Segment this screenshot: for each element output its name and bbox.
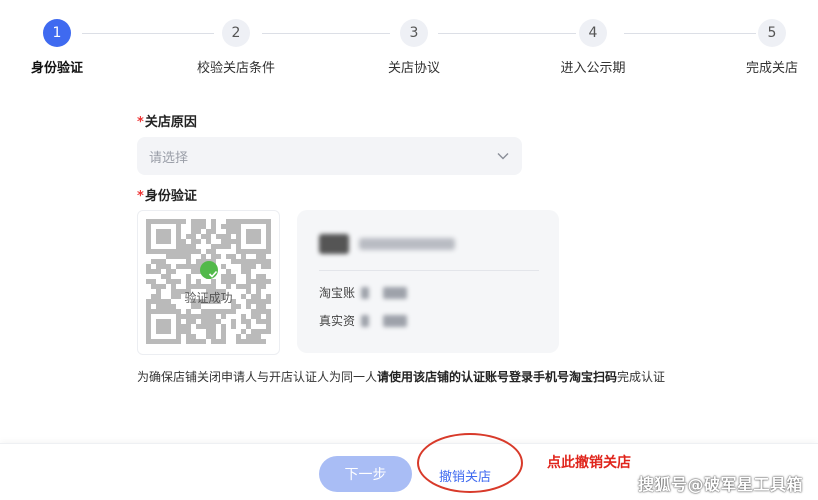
close-reason-label: *关店原因 <box>137 111 197 130</box>
real-info-row: 真实资 <box>319 312 408 329</box>
account-name-redacted <box>359 238 455 250</box>
step-3: 3 关店协议 <box>359 19 469 76</box>
real-info-value-redacted <box>361 314 370 327</box>
check-circle-icon <box>200 261 218 279</box>
avatar <box>319 234 349 254</box>
account-value-redacted <box>383 286 408 299</box>
step-label: 校验关店条件 <box>196 61 275 76</box>
step-number: 4 <box>579 19 607 47</box>
identity-label: *身份验证 <box>137 185 197 204</box>
account-info-card: 淘宝账 真实资 <box>297 210 559 353</box>
step-1: 1 身份验证 <box>2 19 112 76</box>
real-info-value-redacted <box>383 314 408 327</box>
note-bold: 请使用该店铺的认证账号登录手机号淘宝扫码 <box>377 370 618 384</box>
step-number: 2 <box>222 19 250 47</box>
required-mark: * <box>137 115 144 130</box>
step-label: 关店协议 <box>387 61 440 76</box>
card-divider <box>319 270 539 271</box>
step-number: 1 <box>43 19 71 47</box>
qr-code-panel: 验证成功 <box>137 210 280 355</box>
watermark-text: 搜狐号@破军星工具箱 <box>638 475 804 494</box>
account-value-redacted <box>361 286 370 299</box>
step-label: 进入公示期 <box>560 61 626 76</box>
step-number: 5 <box>758 19 786 47</box>
qr-status-text: 验证成功 <box>184 291 233 305</box>
real-info-label: 真实资 <box>319 314 356 328</box>
annotation-ellipse <box>417 433 523 493</box>
required-mark: * <box>137 189 144 204</box>
note-suffix: 完成认证 <box>617 370 666 384</box>
step-label: 身份验证 <box>30 61 83 76</box>
step-label: 完成关店 <box>745 61 798 76</box>
account-label: 淘宝账 <box>319 286 356 300</box>
step-4: 4 进入公示期 <box>538 19 648 76</box>
next-step-button[interactable]: 下一步 <box>319 456 412 492</box>
step-number: 3 <box>400 19 428 47</box>
step-5: 5 完成关店 <box>717 19 818 76</box>
verification-note: 为确保店铺关闭申请人与开店认证人为同一人请使用该店铺的认证账号登录手机号淘宝扫码… <box>137 368 665 385</box>
account-row: 淘宝账 <box>319 284 408 301</box>
identity-label-text: 身份验证 <box>144 189 197 204</box>
close-reason-placeholder: 请选择 <box>149 150 189 166</box>
close-reason-select[interactable]: 请选择 <box>137 137 522 175</box>
chevron-down-icon <box>497 153 509 160</box>
annotation-text: 点此撤销关店 <box>547 455 631 471</box>
close-reason-label-text: 关店原因 <box>144 115 197 130</box>
qr-overlay <box>138 211 279 354</box>
step-2: 2 校验关店条件 <box>181 19 291 76</box>
stepper: 1 身份验证 2 校验关店条件 3 关店协议 4 进入公示期 5 完成关店 <box>0 0 818 80</box>
note-prefix: 为确保店铺关闭申请人与开店认证人为同一人 <box>137 370 378 384</box>
